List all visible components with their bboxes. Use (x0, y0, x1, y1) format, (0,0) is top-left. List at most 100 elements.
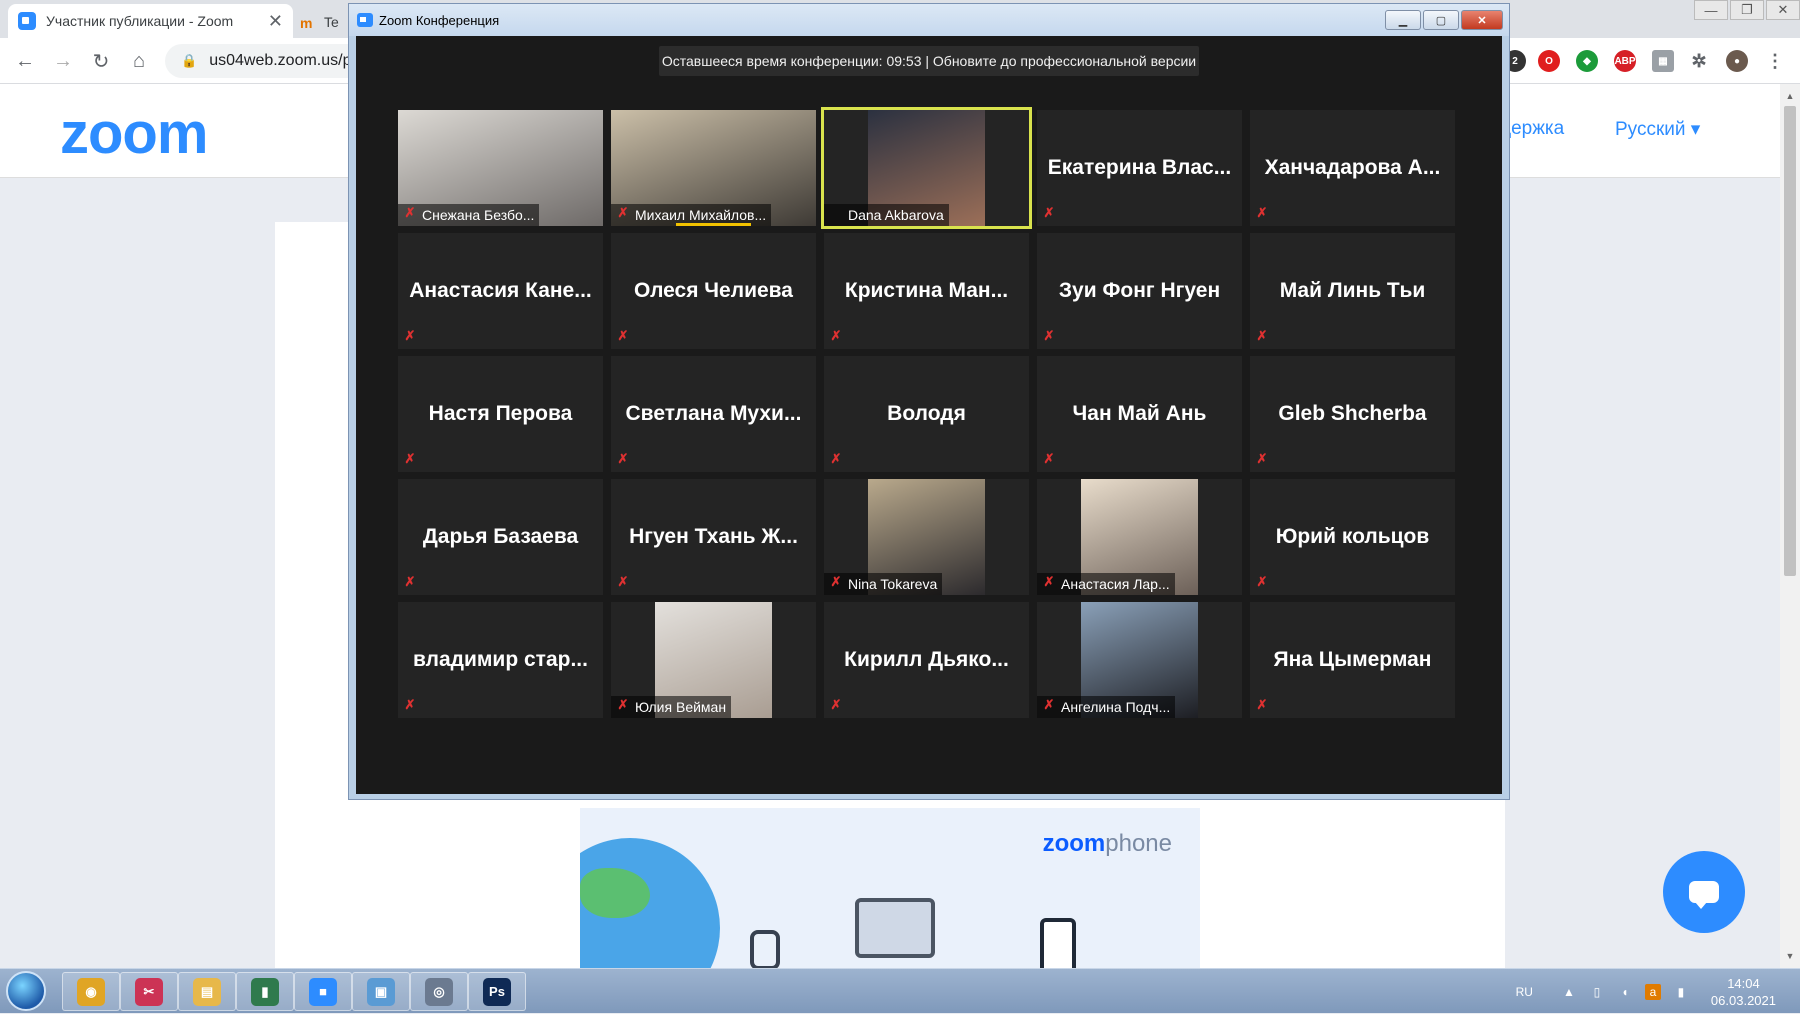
adblock-extension-icon[interactable]: ABP (1614, 50, 1636, 72)
zoom-close-icon[interactable]: ✕ (1461, 10, 1503, 30)
muted-mic-icon: ✗ (617, 697, 629, 712)
browser-minimize-icon[interactable]: — (1694, 0, 1728, 20)
muted-mic-icon: ✗ (404, 328, 416, 343)
zoom-window-controls: ▁ ▢ ✕ (1383, 10, 1503, 30)
muted-mic-icon: ✗ (830, 451, 842, 466)
participant-name: Ханчадарова А... (1264, 156, 1441, 179)
participant-tile[interactable]: Нгуен Тхань Ж... ✗ (611, 479, 816, 595)
participant-tile[interactable]: Анастасия Лар... ✗ (1037, 479, 1242, 595)
tab-zoom[interactable]: Участник публикации - Zoom ✕ (8, 4, 293, 38)
taskbar-chrome-button[interactable]: ◉ (62, 972, 120, 1011)
participant-name: Светлана Мухи... (625, 402, 802, 425)
participant-tile[interactable]: Nina Tokareva ✗ (824, 479, 1029, 595)
participant-tile[interactable]: Ханчадарова А... ✗ (1250, 110, 1455, 226)
muted-mic-icon: ✗ (617, 574, 629, 589)
taskbar-search-button[interactable]: ◎ (410, 972, 468, 1011)
zoomphone-banner[interactable]: zoomphone (580, 808, 1200, 968)
participant-name: Яна Цымерман (1273, 648, 1432, 671)
taskbar-remote-button[interactable]: ▣ (352, 972, 410, 1011)
participant-tile[interactable]: Олеся Челиева ✗ (611, 233, 816, 349)
start-button[interactable] (6, 971, 46, 1011)
participant-name-label: Ангелина Подч... (1037, 696, 1176, 718)
home-icon[interactable]: ⌂ (124, 46, 154, 76)
network-signal-icon[interactable]: ▮ (1673, 984, 1689, 1000)
page-scrollbar[interactable]: ▲ ▼ (1780, 84, 1800, 968)
system-clock[interactable]: 14:04 06.03.2021 (1711, 975, 1776, 1009)
participant-name: Володя (887, 402, 966, 425)
participant-tile[interactable]: Екатерина Влас... ✗ (1037, 110, 1242, 226)
participant-tile[interactable]: Володя ✗ (824, 356, 1029, 472)
language-select[interactable]: Русский ▾ (1615, 118, 1700, 141)
zoom-window-titlebar[interactable]: Zoom Конференция ▁ ▢ ✕ (349, 4, 1509, 36)
profile-avatar-icon[interactable]: ● (1726, 50, 1748, 72)
explorer-icon: ▤ (193, 977, 221, 1006)
taskbar-explorer-button[interactable]: ▤ (178, 972, 236, 1011)
zoom-minimize-icon[interactable]: ▁ (1385, 10, 1421, 30)
taskbar-tool-button[interactable]: ✂ (120, 972, 178, 1011)
browser-window-controls: — ❐ ✕ (1692, 0, 1800, 20)
shield-extension-icon[interactable]: ◆ (1576, 50, 1598, 72)
browser-menu-icon[interactable]: ⋮ (1764, 50, 1786, 72)
participant-tile[interactable]: Светлана Мухи... ✗ (611, 356, 816, 472)
antivirus-tray-icon[interactable]: a (1644, 983, 1661, 1000)
participant-name: Олеся Челиева (634, 279, 793, 302)
system-tray: RU ▲ ▯ ◖ a ▮ 14:04 06.03.2021 (1516, 969, 1800, 1014)
taskbar-photoshop-button[interactable]: Ps (468, 972, 526, 1011)
participant-name: Зуи Фонг Нгуен (1058, 279, 1221, 302)
muted-mic-icon: ✗ (830, 574, 842, 589)
muted-mic-icon: ✗ (1043, 574, 1055, 589)
battery-icon[interactable]: ▯ (1589, 984, 1605, 1000)
participant-tile[interactable]: Анастасия Кане... ✗ (398, 233, 603, 349)
globe-illustration-icon (580, 838, 720, 968)
muted-mic-icon: ✗ (404, 697, 416, 712)
tool-icon: ✂ (135, 977, 163, 1006)
meeting-timer-banner[interactable]: Оставшееся время конференции: 09:53 | Об… (659, 46, 1199, 76)
taskbar-zoom-button[interactable]: ■ (294, 972, 352, 1011)
participant-name-label: Снежана Безбо... (398, 204, 540, 226)
browser-restore-icon[interactable]: ❐ (1730, 0, 1764, 20)
participant-tile[interactable]: Май Линь Тьи ✗ (1250, 233, 1455, 349)
chat-button[interactable] (1663, 851, 1745, 933)
scroll-down-icon[interactable]: ▼ (1780, 948, 1800, 964)
participant-tile[interactable]: Дарья Базаева ✗ (398, 479, 603, 595)
back-icon[interactable]: ← (10, 46, 40, 76)
participant-tile[interactable]: Кирилл Дьяко... ✗ (824, 602, 1029, 718)
participant-tile[interactable]: Gleb Shcherba ✗ (1250, 356, 1455, 472)
reload-icon[interactable]: ↻ (86, 46, 116, 76)
browser-close-icon[interactable]: ✕ (1766, 0, 1800, 20)
zoom-conference-window: Zoom Конференция ▁ ▢ ✕ Оставшееся время … (348, 3, 1510, 800)
opera-extension-icon[interactable]: O (1538, 50, 1560, 72)
participant-tile[interactable]: Михаил Михайлов... ✗ (611, 110, 816, 226)
participant-tile[interactable]: Настя Перова ✗ (398, 356, 603, 472)
participant-tile[interactable]: Dana Akbarova (821, 107, 1032, 229)
puzzle-extensions-icon[interactable]: ✲ (1688, 50, 1710, 72)
participant-tile[interactable]: Чан Май Ань ✗ (1037, 356, 1242, 472)
participant-tile[interactable]: Снежана Безбо... ✗ (398, 110, 603, 226)
keyboard-language[interactable]: RU (1516, 985, 1533, 999)
tab-close-icon[interactable]: ✕ (268, 11, 283, 32)
scrollbar-thumb[interactable] (1784, 106, 1796, 576)
participant-tile[interactable]: владимир стар... ✗ (398, 602, 603, 718)
participant-name: Екатерина Влас... (1047, 156, 1232, 179)
extension-icon[interactable]: ▦ (1652, 50, 1674, 72)
taskbar-app-button[interactable]: ▮ (236, 972, 294, 1011)
participant-tile[interactable]: Ангелина Подч... ✗ (1037, 602, 1242, 718)
participant-tile[interactable]: Кристина Ман... ✗ (824, 233, 1029, 349)
participant-tile[interactable]: Зуи Фонг Нгуен ✗ (1037, 233, 1242, 349)
participant-name: Дарья Базаева (422, 525, 579, 548)
participant-tile[interactable]: Юлия Вейман ✗ (611, 602, 816, 718)
participant-name: Кристина Ман... (844, 279, 1009, 302)
participant-tile[interactable]: Юрий кольцов ✗ (1250, 479, 1455, 595)
muted-mic-icon: ✗ (1043, 697, 1055, 712)
zoom-maximize-icon[interactable]: ▢ (1423, 10, 1459, 30)
zoom-window-title: Zoom Конференция (379, 12, 500, 28)
clock-time: 14:04 (1727, 975, 1760, 991)
zoom-logo[interactable]: zoom (60, 100, 208, 167)
tray-expand-icon[interactable]: ▲ (1561, 984, 1577, 1000)
forward-icon[interactable]: → (48, 46, 78, 76)
volume-icon[interactable]: ◖ (1617, 984, 1633, 1000)
participant-tile[interactable]: Яна Цымерман ✗ (1250, 602, 1455, 718)
zoom-app-icon (357, 13, 373, 27)
participant-name: Май Линь Тьи (1279, 279, 1426, 302)
scroll-up-icon[interactable]: ▲ (1780, 88, 1800, 104)
